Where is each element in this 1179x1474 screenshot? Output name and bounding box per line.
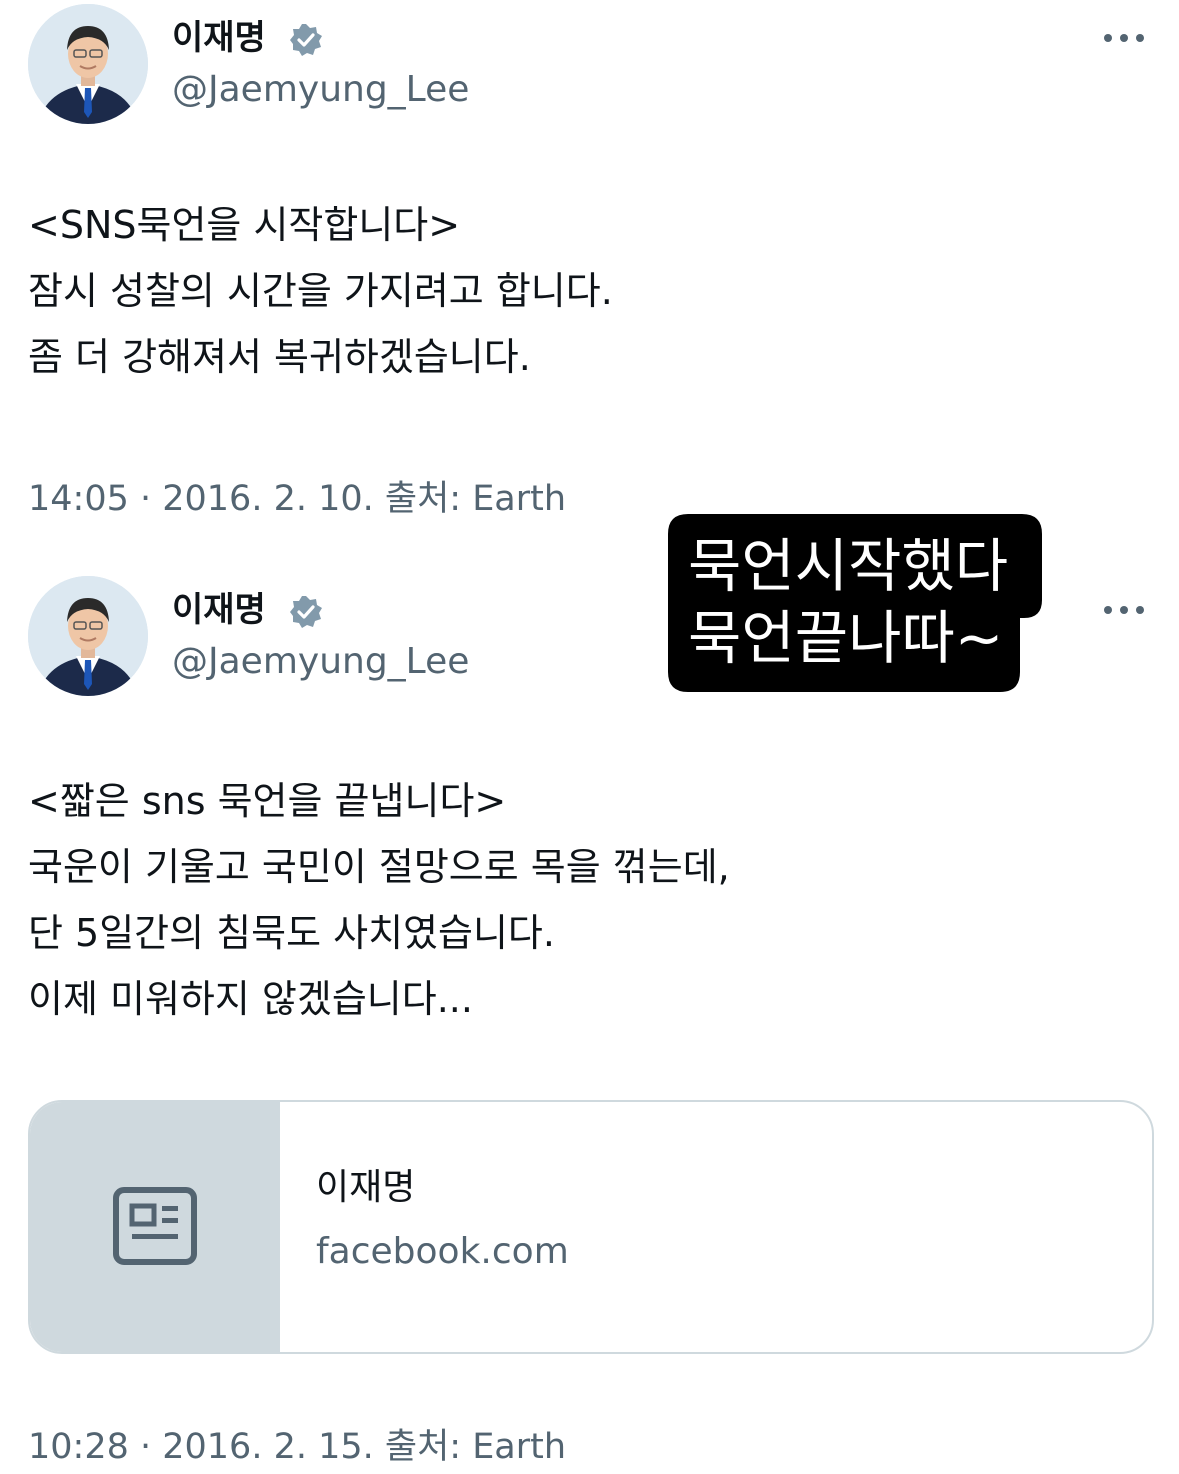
display-name[interactable]: 이재명 bbox=[172, 586, 266, 634]
more-options-icon[interactable] bbox=[1100, 28, 1150, 48]
display-name[interactable]: 이재명 bbox=[172, 14, 266, 62]
avatar-portrait-icon bbox=[28, 576, 148, 696]
link-preview-card[interactable]: 이재명 facebook.com bbox=[28, 1100, 1154, 1354]
tweet[interactable]: 이재명 @Jaemyung_Lee <짧은 sns 묵언을 끝냅니다> 국운이 … bbox=[0, 572, 1179, 1474]
user-handle[interactable]: @Jaemyung_Lee bbox=[172, 66, 469, 114]
sticker-text-line: 묵언시작했다 bbox=[688, 532, 1009, 600]
tweet-text-line: 국운이 기울고 국민이 절망으로 목을 꺾는데, bbox=[28, 845, 730, 889]
tweet-text-line: 이제 미워하지 않겠습니다... bbox=[28, 977, 473, 1021]
article-icon bbox=[113, 1187, 197, 1265]
sticker-text-line: 묵언끝나따~ bbox=[688, 604, 1004, 672]
tweet-timestamp[interactable]: 14:05 · 2016. 2. 10. 출처: Earth bbox=[28, 474, 566, 524]
link-card-thumbnail bbox=[30, 1102, 280, 1352]
tweet-text: <짧은 sns 묵언을 끝냅니다> 국운이 기울고 국민이 절망으로 목을 꺾는… bbox=[28, 768, 730, 1032]
avatar[interactable] bbox=[28, 4, 148, 124]
tweet-text-line: 단 5일간의 침묵도 사치였습니다. bbox=[28, 911, 555, 955]
tweet-text-line: 좀 더 강해져서 복귀하겠습니다. bbox=[28, 335, 531, 379]
tweet[interactable]: 이재명 @Jaemyung_Lee <SNS묵언을 시작합니다> 잠시 성찰의 … bbox=[0, 0, 1179, 540]
avatar-portrait-icon bbox=[28, 4, 148, 124]
tweet-text: <SNS묵언을 시작합니다> 잠시 성찰의 시간을 가지려고 합니다. 좀 더 … bbox=[28, 192, 613, 390]
more-options-icon[interactable] bbox=[1100, 600, 1150, 620]
tweet-text-line: <SNS묵언을 시작합니다> bbox=[28, 203, 461, 247]
verified-badge-icon bbox=[290, 596, 322, 628]
avatar[interactable] bbox=[28, 576, 148, 696]
tweet-text-line: 잠시 성찰의 시간을 가지려고 합니다. bbox=[28, 269, 613, 313]
verified-badge-icon bbox=[290, 24, 322, 56]
tweet-text-line: <짧은 sns 묵언을 끝냅니다> bbox=[28, 779, 507, 823]
tweet-timestamp[interactable]: 10:28 · 2016. 2. 15. 출처: Earth bbox=[28, 1422, 566, 1472]
text-sticker: 묵언시작했다 묵언끝나따~ bbox=[668, 514, 1044, 694]
link-card-domain: facebook.com bbox=[316, 1231, 569, 1272]
user-handle[interactable]: @Jaemyung_Lee bbox=[172, 638, 469, 686]
link-card-title: 이재명 bbox=[316, 1167, 416, 1208]
